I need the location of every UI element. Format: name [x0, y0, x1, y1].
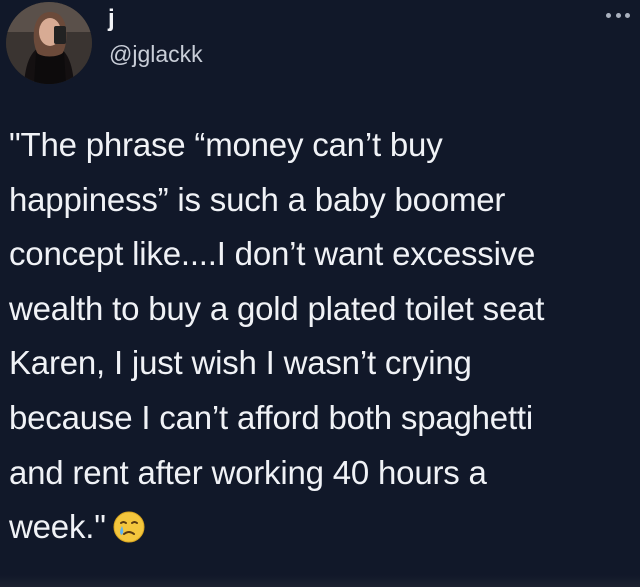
- tweet-text-line: Karen, I just wish I wasn’t crying: [9, 344, 472, 382]
- divider: [0, 575, 640, 587]
- tweet-card: j @jglackk "The phrase “money can’t buy …: [0, 0, 640, 587]
- tweet-text-line: week.": [9, 508, 106, 546]
- tweet-text-line: wealth to buy a gold plated toilet seat: [9, 289, 545, 327]
- tweet-text-line: "The phrase “money can’t buy: [9, 126, 443, 163]
- tweet-text-line: happiness” is such a baby boomer: [9, 180, 506, 218]
- tweet-text: "The phrase “money can’t buy happiness” …: [9, 118, 633, 555]
- dot: [606, 12, 611, 18]
- tweet-text-line: concept like....I don’t want excessive: [9, 235, 536, 273]
- tweet-text-line: and rent after working 40 hours a: [9, 453, 487, 491]
- more-horizontal-icon[interactable]: [606, 10, 630, 20]
- dot: [615, 12, 621, 18]
- tweet-text-line: because I can’t afford both spaghetti: [9, 398, 534, 436]
- tweet-text-line-last: week.": [9, 500, 633, 555]
- display-name[interactable]: j: [108, 6, 115, 32]
- crying-face-emoji-icon: [112, 506, 146, 543]
- avatar[interactable]: [6, 2, 92, 84]
- dot: [625, 12, 630, 18]
- user-handle[interactable]: @jglackk: [109, 40, 203, 68]
